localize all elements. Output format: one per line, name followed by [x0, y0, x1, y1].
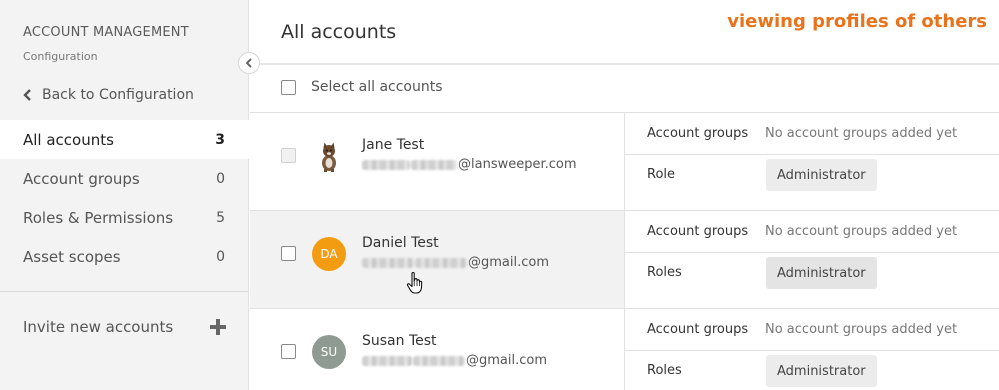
account-details: Account groups No account groups added y… [625, 211, 999, 308]
roles-label: Roles [647, 363, 682, 378]
sidebar-nav: All accounts 3 Account groups 0 Roles & … [0, 120, 249, 276]
roles-label: Roles [647, 265, 682, 280]
header-divider [250, 63, 999, 65]
account-groups-label: Account groups [647, 224, 749, 239]
role-badge: Administrator [766, 355, 877, 387]
details-divider [625, 252, 999, 253]
redacted-email-part [415, 257, 467, 268]
sidebar-subtitle: Configuration [23, 50, 98, 63]
avatar [312, 139, 346, 173]
avatar-initials: SU [320, 345, 338, 359]
select-all-label: Select all accounts [311, 79, 443, 95]
sidebar-item-account-groups[interactable]: Account groups 0 [0, 159, 249, 198]
details-divider [625, 350, 999, 351]
sidebar-item-label: Roles & Permissions [23, 208, 174, 227]
sidebar-item-count: 0 [216, 248, 225, 265]
sidebar-title: ACCOUNT MANAGEMENT [23, 25, 189, 40]
sidebar-item-count: 3 [215, 131, 225, 148]
main-content: All accounts viewing profiles of others … [250, 0, 999, 390]
collapse-sidebar-button[interactable] [238, 52, 260, 74]
back-to-configuration-link[interactable]: Back to Configuration [23, 87, 194, 103]
plus-icon [210, 319, 226, 335]
back-link-label: Back to Configuration [42, 87, 194, 103]
page-title: All accounts [281, 21, 397, 43]
chevron-left-icon [23, 89, 31, 101]
avatar: SU [312, 335, 346, 369]
invite-label: Invite new accounts [23, 318, 174, 336]
collapse-icon [245, 58, 252, 68]
avatar-initials: DA [320, 247, 338, 261]
sidebar-item-count: 5 [216, 209, 225, 226]
account-email: @lansweeper.com [362, 157, 577, 172]
redacted-email-part [362, 355, 412, 366]
sidebar-item-all-accounts[interactable]: All accounts 3 [0, 120, 249, 159]
redacted-email-part [411, 159, 457, 170]
account-email: @gmail.com [362, 255, 549, 270]
account-groups-value: No account groups added yet [765, 322, 958, 337]
sidebar-item-roles-permissions[interactable]: Roles & Permissions 5 [0, 198, 249, 237]
role-label: Role [647, 167, 676, 182]
role-badge: Administrator [766, 257, 877, 289]
details-divider [625, 154, 999, 155]
account-groups-value: No account groups added yet [765, 224, 958, 239]
account-identity: Jane Test @lansweeper.com [250, 113, 624, 210]
sidebar: ACCOUNT MANAGEMENT Configuration Back to… [0, 0, 249, 390]
account-groups-label: Account groups [647, 126, 749, 141]
redacted-email-part [362, 257, 414, 268]
sidebar-item-count: 0 [216, 170, 225, 187]
account-name[interactable]: Susan Test [362, 333, 437, 349]
sidebar-item-label: All accounts [23, 130, 114, 149]
account-row[interactable]: Jane Test @lansweeper.com Account groups… [250, 113, 999, 211]
select-all-accounts[interactable]: Select all accounts [281, 79, 443, 95]
account-details: Account groups No account groups added y… [625, 309, 999, 390]
account-identity: SU Susan Test @gmail.com [250, 309, 624, 390]
redacted-email-part [362, 159, 410, 170]
account-email: @gmail.com [362, 353, 547, 368]
account-identity: DA Daniel Test @gmail.com [250, 211, 624, 308]
account-details: Account groups No account groups added y… [625, 113, 999, 210]
sidebar-item-label: Asset scopes [23, 247, 121, 266]
sidebar-divider [0, 291, 249, 292]
account-checkbox [281, 148, 296, 163]
email-domain: @lansweeper.com [458, 157, 577, 172]
account-management-app: ACCOUNT MANAGEMENT Configuration Back to… [0, 0, 999, 390]
email-domain: @gmail.com [468, 255, 550, 270]
account-checkbox[interactable] [281, 246, 296, 261]
account-row[interactable]: DA Daniel Test @gmail.com Account groups… [250, 211, 999, 309]
annotation-text: viewing profiles of others [727, 11, 987, 32]
invite-new-accounts-button[interactable]: Invite new accounts [23, 318, 226, 336]
account-name[interactable]: Daniel Test [362, 235, 439, 251]
account-name[interactable]: Jane Test [362, 137, 424, 153]
redacted-email-part [413, 355, 465, 366]
avatar: DA [312, 237, 346, 271]
account-groups-label: Account groups [647, 322, 749, 337]
hand-cursor-icon [406, 271, 423, 294]
role-badge: Administrator [766, 159, 877, 191]
sidebar-item-asset-scopes[interactable]: Asset scopes 0 [0, 237, 249, 276]
sidebar-item-label: Account groups [23, 169, 140, 188]
account-groups-value: No account groups added yet [765, 126, 958, 141]
email-domain: @gmail.com [466, 353, 548, 368]
account-row[interactable]: SU Susan Test @gmail.com Account groups … [250, 309, 999, 390]
select-all-checkbox[interactable] [281, 79, 296, 95]
cat-avatar-icon [322, 142, 336, 172]
account-checkbox[interactable] [281, 344, 296, 359]
